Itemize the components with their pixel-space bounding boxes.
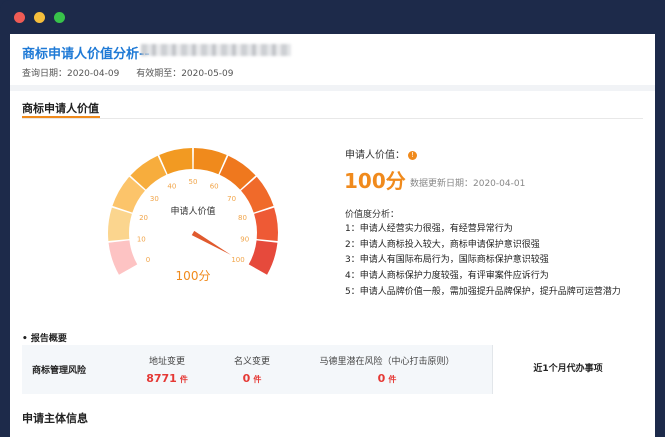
report-summary-panel: 商标管理风险 地址变更 8771 件 名义变更 0件 马德里潜在风险（中心打击原则… bbox=[22, 345, 643, 394]
window-titlebar bbox=[0, 0, 665, 34]
analysis-item: 5：申请人品牌价值一般，需加强提升品牌保护，提升品牌可运营潜力 bbox=[345, 286, 621, 297]
metric-value: 0 bbox=[242, 372, 251, 385]
gauge-tick-label: 0 bbox=[146, 256, 150, 264]
page-title: 商标申请人价值分析-- bbox=[22, 47, 150, 62]
gauge-tick-label: 10 bbox=[137, 235, 146, 243]
report-page: 商标申请人价值分析-- 查询日期：2020-04-09 有效期至：2020-05… bbox=[10, 34, 655, 437]
metric-name-change[interactable]: 名义变更 0件 bbox=[212, 354, 292, 385]
data-update-date: 数据更新日期：2020-04-01 bbox=[410, 179, 526, 189]
maximize-window-button[interactable] bbox=[54, 12, 65, 23]
metric-madrid-risk[interactable]: 马德里潜在风险（中心打击原则） 0件 bbox=[302, 354, 472, 385]
gauge-tick-label: 40 bbox=[167, 182, 176, 190]
metric-label: 马德里潜在风险（中心打击原则） bbox=[319, 357, 455, 367]
gauge-tick-label: 20 bbox=[139, 214, 148, 222]
query-date: 查询日期：2020-04-09 bbox=[22, 69, 120, 79]
metric-address-change[interactable]: 地址变更 8771 件 bbox=[127, 354, 207, 385]
analysis-list: 1：申请人经营实力很强，有经营异常行为 2：申请人商标投入较大，商标申请保护意识… bbox=[345, 222, 621, 301]
analysis-title: 价值度分析： bbox=[345, 210, 400, 220]
gauge-segment bbox=[248, 240, 278, 275]
gauge-segment bbox=[108, 207, 132, 241]
metric-unit: 件 bbox=[388, 375, 397, 384]
applicant-value-label-text: 申请人价值： bbox=[345, 150, 405, 161]
risk-category-label: 商标管理风险 bbox=[32, 366, 87, 376]
metric-value: 0 bbox=[377, 372, 386, 385]
metric-value-row: 0件 bbox=[212, 372, 292, 385]
minimize-window-button[interactable] bbox=[34, 12, 45, 23]
gauge-tick-label: 90 bbox=[240, 235, 249, 243]
metric-value-row: 8771 件 bbox=[127, 372, 207, 385]
gauge-segment bbox=[254, 207, 278, 241]
report-summary-title: • 报告概要 bbox=[22, 334, 67, 344]
section-title: 商标申请人价值 bbox=[22, 102, 99, 115]
gauge-needle bbox=[191, 230, 232, 255]
metric-label: 名义变更 bbox=[233, 357, 270, 367]
analysis-item: 2：申请人商标投入较大，商标申请保护意识很强 bbox=[345, 239, 540, 250]
gauge-segment bbox=[108, 240, 138, 275]
gauge-tick-label: 50 bbox=[189, 178, 198, 186]
report-dates: 查询日期：2020-04-09 有效期至：2020-05-09 bbox=[22, 66, 248, 79]
analysis-item: 3：申请人有国际布局行为，国际商标保护意识较强 bbox=[345, 255, 549, 266]
gauge-tick-label: 30 bbox=[150, 195, 159, 203]
app-window: 商标申请人价值分析-- 查询日期：2020-04-09 有效期至：2020-05… bbox=[0, 0, 665, 437]
applicant-value-score: 100分 bbox=[344, 169, 406, 193]
gauge-value: 100分 bbox=[176, 269, 211, 283]
applicant-info-section-title: 申请主体信息 bbox=[22, 412, 88, 425]
redacted-company-name bbox=[141, 44, 291, 56]
metric-label: 地址变更 bbox=[148, 357, 185, 367]
gauge-label: 申请人价值 bbox=[170, 205, 215, 217]
metric-unit: 件 bbox=[253, 375, 262, 384]
analysis-item: 4：申请人商标保护力度较强，有评审案件应诉行为 bbox=[345, 271, 549, 282]
metric-value-row: 0件 bbox=[302, 372, 472, 385]
valid-until-date: 有效期至：2020-05-09 bbox=[136, 69, 234, 79]
metric-value: 8771 bbox=[146, 372, 177, 385]
gauge-tick-label: 70 bbox=[227, 195, 236, 203]
header-divider bbox=[10, 85, 655, 91]
info-icon[interactable]: ! bbox=[408, 151, 417, 160]
gauge-tick-label: 80 bbox=[238, 214, 247, 222]
applicant-value-label: 申请人价值：! bbox=[345, 146, 417, 161]
close-window-button[interactable] bbox=[14, 12, 25, 23]
value-gauge: 0 10 20 30 40 50 60 70 80 90 100 申请人价值 100分 bbox=[108, 148, 278, 283]
gauge-tick-label: 100 bbox=[231, 256, 244, 264]
section-divider bbox=[22, 118, 643, 119]
metric-unit: 件 bbox=[179, 375, 188, 384]
gauge-tick-label: 60 bbox=[210, 182, 219, 190]
analysis-item: 1：申请人经营实力很强，有经营异常行为 bbox=[345, 224, 513, 234]
pending-tasks-label[interactable]: 近1个月代办事项 bbox=[493, 345, 643, 394]
